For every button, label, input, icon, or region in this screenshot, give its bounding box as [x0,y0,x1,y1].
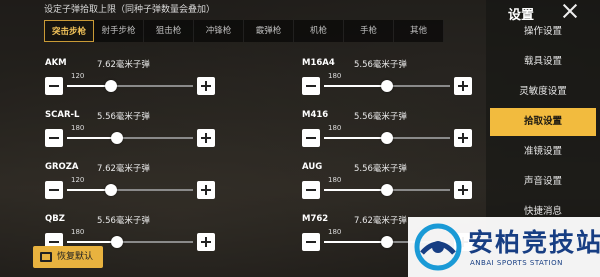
slider-handle[interactable] [105,184,118,196]
weapon-name: GROZA [45,162,79,172]
decrease-button[interactable] [302,233,320,251]
ammo-type: 5.56毫米子弹 [97,216,150,226]
settings-menu-item[interactable]: 操作设置 [490,18,596,46]
game-settings-screen: 设定子弹拾取上限（同种子弹数量会叠加） 突击步枪 射手步枪 狙击枪 冲锋枪 霰弹枪 机枪手… [0,0,600,277]
weapon-name: SCAR-L [45,110,80,120]
increase-button[interactable] [454,77,472,95]
tab-weapon-category[interactable]: 其他 [394,20,444,42]
slider-fill [67,241,118,243]
ammo-limit-slider[interactable] [67,236,193,248]
restore-defaults-label: 恢复默认 [57,252,94,262]
slider-handle[interactable] [111,236,124,248]
increase-button[interactable] [197,181,215,199]
slider-fill [324,85,387,87]
weapon-row: SCAR-L 5.56毫米子弹 180 [45,110,215,154]
weapon-name: AUG [302,162,323,172]
settings-menu-item[interactable]: 准镜设置 [490,138,596,166]
ammo-limit-value: 180 [71,124,85,132]
watermark: 安柏竞技站 ANBAI SPORTS STATION [408,217,600,277]
ammo-limit-slider[interactable] [67,184,193,196]
slider-handle[interactable] [105,80,118,92]
weapon-row: M416 5.56毫米子弹 180 [302,110,472,154]
weapon-category-tabs: 突击步枪 射手步枪 狙击枪 冲锋枪 霰弹枪 机枪 手枪 其他 [44,20,444,42]
slider-fill [67,137,118,139]
tab-weapon-category[interactable]: 突击步枪 [44,20,94,42]
increase-button[interactable] [197,77,215,95]
ammo-limit-slider[interactable] [324,132,450,144]
ammo-limit-slider[interactable] [67,80,193,92]
weapon-row: AUG 5.56毫米子弹 180 [302,162,472,206]
weapon-name: M762 [302,214,329,224]
weapon-row: M16A4 5.56毫米子弹 180 [302,58,472,102]
ammo-type: 5.56毫米子弹 [354,164,407,174]
slider-handle[interactable] [381,236,393,248]
decrease-button[interactable] [302,129,320,147]
ammo-type: 5.56毫米子弹 [354,112,407,122]
decrease-button[interactable] [45,77,63,95]
ammo-limit-slider[interactable] [324,80,450,92]
slider-handle[interactable] [381,184,393,196]
ammo-limit-value: 180 [328,124,342,132]
weapon-name: QBZ [45,214,65,224]
ammo-limit-value: 120 [71,72,85,80]
increase-button[interactable] [197,129,215,147]
ammo-type: 7.62毫米子弹 [354,216,407,226]
ammo-limit-slider[interactable] [67,132,193,144]
pickup-limit-note: 设定子弹拾取上限（同种子弹数量会叠加） [44,5,216,15]
increase-button[interactable] [454,129,472,147]
slider-fill [324,241,387,243]
watermark-logo-icon [414,223,462,271]
decrease-button[interactable] [45,129,63,147]
ammo-limit-slider[interactable] [324,184,450,196]
ammo-limit-value: 120 [71,176,85,184]
restore-defaults-button[interactable]: 恢复默认 [33,246,103,268]
slider-handle[interactable] [381,80,393,92]
tab-weapon-category[interactable]: 霰弹枪 [244,20,294,42]
settings-menu-item[interactable]: 灵敏度设置 [490,78,596,106]
slider-handle[interactable] [381,132,393,144]
settings-menu-item[interactable]: 拾取设置 [490,108,596,136]
ammo-type: 7.62毫米子弹 [97,164,150,174]
ammo-type: 5.56毫米子弹 [354,60,407,70]
decrease-button[interactable] [45,181,63,199]
slider-fill [324,137,387,139]
slider-fill [324,189,387,191]
increase-button[interactable] [454,181,472,199]
settings-menu-item[interactable]: 载具设置 [490,48,596,76]
ammo-type: 5.56毫米子弹 [97,112,150,122]
decrease-button[interactable] [302,181,320,199]
ammo-limit-value: 180 [328,228,342,236]
weapon-row: GROZA 7.62毫米子弹 120 [45,162,215,206]
weapon-name: M416 [302,110,329,120]
ammo-limit-value: 180 [71,228,85,236]
watermark-chinese-text: 安柏竞技站 [468,228,600,257]
tab-weapon-category[interactable]: 射手步枪 [94,20,144,42]
tab-weapon-category[interactable]: 狙击枪 [144,20,194,42]
tab-weapon-category[interactable]: 冲锋枪 [194,20,244,42]
weapon-name: AKM [45,58,67,68]
ammo-limit-value: 180 [328,176,342,184]
weapon-row: AKM 7.62毫米子弹 120 [45,58,215,102]
tab-weapon-category[interactable]: 手枪 [344,20,394,42]
tab-weapon-category[interactable]: 机枪 [294,20,344,42]
increase-button[interactable] [197,233,215,251]
settings-menu-item[interactable]: 声音设置 [490,168,596,196]
restore-icon [40,252,52,262]
weapon-name: M16A4 [302,58,335,68]
watermark-english-text: ANBAI SPORTS STATION [470,259,563,267]
ammo-limit-value: 180 [328,72,342,80]
decrease-button[interactable] [302,77,320,95]
slider-handle[interactable] [111,132,124,144]
ammo-type: 7.62毫米子弹 [97,60,150,70]
